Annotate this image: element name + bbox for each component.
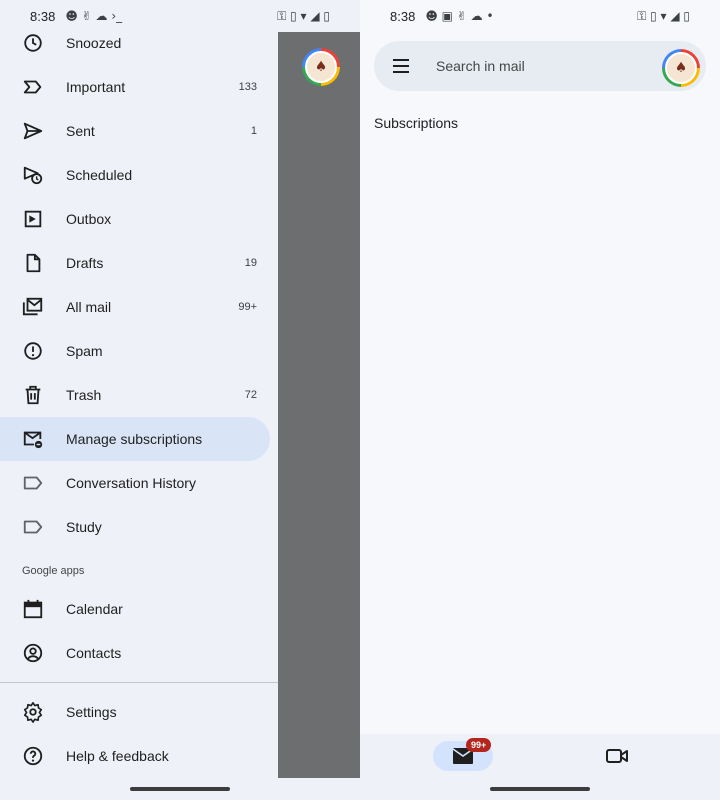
contacts-icon [23, 643, 43, 663]
drawer-item-study[interactable]: Study [0, 505, 270, 549]
system-status-icons: ⚿ ▯ ▾ ◢ ▯ [637, 8, 690, 23]
draft-icon [26, 253, 41, 273]
drawer-item-label: Study [66, 519, 102, 535]
drawer-item-sent[interactable]: Sent 1 [0, 109, 270, 153]
drawer-item-spam[interactable]: Spam [0, 329, 270, 373]
search-input[interactable]: Search in mail [436, 58, 525, 74]
clock-icon [24, 34, 42, 52]
outbox-icon [24, 210, 42, 228]
drawer-item-count: 99+ [238, 301, 257, 313]
drawer-item-outbox[interactable]: Outbox [0, 197, 270, 241]
label-icon [23, 520, 43, 534]
right-screen: 8:38 ☻ ▣ ✌ ☁ • ⚿ ▯ ▾ ◢ ▯ Search in mail … [360, 0, 720, 800]
drawer-item-label: Trash [66, 387, 102, 403]
search-bar[interactable]: Search in mail ♠ [374, 41, 706, 91]
trash-icon [25, 385, 41, 405]
video-camera-icon[interactable] [606, 746, 628, 766]
left-screen: Snoozed Important 133 Sent 1 Scheduled O… [0, 0, 360, 800]
all-mail-icon [22, 297, 43, 316]
page-title: Subscriptions [374, 115, 459, 131]
drawer-item-label: Conversation History [66, 475, 196, 491]
system-status-icons: ⚿ ▯ ▾ ◢ ▯ [277, 8, 330, 23]
bottom-navigation: 99+ [360, 734, 720, 800]
drawer-item-label: All mail [66, 299, 112, 315]
drawer-item-label: Settings [66, 704, 117, 720]
drawer-item-help[interactable]: Help & feedback [0, 734, 270, 778]
drawer-item-label: Manage subscriptions [66, 431, 203, 447]
status-time: 8:38 [390, 8, 416, 24]
drawer-item-drafts[interactable]: Drafts 19 [0, 241, 270, 285]
label-icon [23, 476, 43, 490]
manage-subscriptions-icon [23, 431, 43, 449]
google-apps-header: Google apps [22, 565, 85, 577]
schedule-send-icon [23, 166, 43, 185]
drawer-scrim[interactable]: ♠ [278, 32, 360, 778]
help-icon [23, 746, 43, 766]
account-avatar[interactable]: ♠ [662, 49, 700, 87]
drawer-item-label: Important [66, 79, 126, 95]
gear-icon [23, 702, 43, 723]
drawer-item-label: Drafts [66, 255, 104, 271]
spam-icon [24, 342, 42, 360]
gesture-bar[interactable] [130, 787, 230, 791]
drawer-item-count: 1 [250, 125, 257, 137]
drawer-item-manage-subscriptions[interactable]: Manage subscriptions [0, 417, 270, 461]
navigation-drawer: Snoozed Important 133 Sent 1 Scheduled O… [0, 0, 278, 778]
drawer-item-count: 72 [244, 389, 257, 401]
gesture-bar[interactable] [490, 787, 590, 791]
drawer-item-count: 19 [244, 257, 257, 269]
drawer-item-count: 133 [238, 81, 257, 93]
drawer-item-all-mail[interactable]: All mail 99+ [0, 285, 270, 329]
menu-icon[interactable] [391, 56, 411, 76]
drawer-item-label: Outbox [66, 211, 112, 227]
drawer-item-settings[interactable]: Settings [0, 690, 270, 734]
drawer-item-scheduled[interactable]: Scheduled [0, 153, 270, 197]
drawer-item-label: Calendar [66, 601, 123, 617]
drawer-item-label: Sent [66, 123, 95, 139]
unread-badge: 99+ [466, 738, 492, 752]
drawer-item-important[interactable]: Important 133 [0, 65, 270, 109]
drawer-item-label: Spam [66, 343, 103, 359]
status-bar: 8:38 ☻ ✌ ☁ ›_ ⚿ ▯ ▾ ◢ ▯ [30, 0, 350, 32]
drawer-item-calendar[interactable]: Calendar [0, 587, 270, 631]
drawer-item-contacts[interactable]: Contacts [0, 631, 270, 675]
drawer-item-label: Help & feedback [66, 748, 169, 764]
drawer-item-trash[interactable]: Trash 72 [0, 373, 270, 417]
drawer-item-label: Scheduled [66, 167, 133, 183]
status-time: 8:38 [30, 8, 56, 24]
drawer-item-label: Contacts [66, 645, 122, 661]
send-icon [23, 122, 43, 140]
calendar-icon [23, 599, 43, 619]
notification-icons: ☻ ▣ ✌ ☁ • [425, 9, 494, 23]
status-bar: 8:38 ☻ ▣ ✌ ☁ • ⚿ ▯ ▾ ◢ ▯ [390, 0, 710, 32]
account-avatar: ♠ [302, 48, 340, 86]
drawer-item-conversation-history[interactable]: Conversation History [0, 461, 270, 505]
drawer-divider [0, 682, 278, 683]
drawer-item-label: Snoozed [66, 35, 122, 51]
notification-icons: ☻ ✌ ☁ ›_ [65, 9, 123, 23]
important-icon [23, 80, 42, 94]
